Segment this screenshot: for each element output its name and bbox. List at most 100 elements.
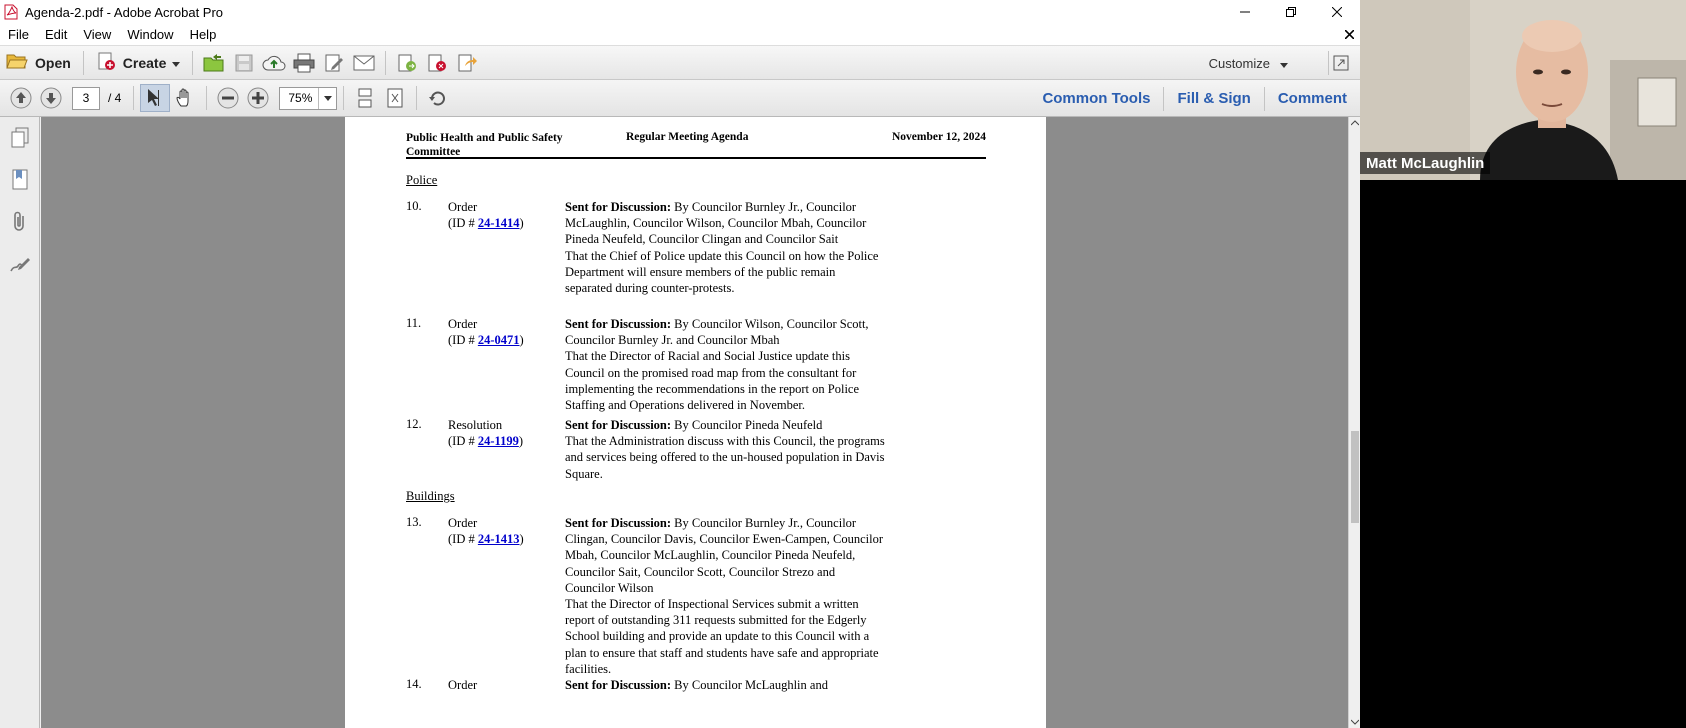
next-page-button[interactable] — [36, 84, 66, 112]
page-thumbnails-button[interactable] — [0, 117, 40, 159]
share-button[interactable] — [452, 49, 482, 77]
save-icon — [235, 54, 253, 71]
item-type-label: Order — [448, 678, 478, 692]
select-tool-button[interactable] — [140, 84, 171, 112]
edit-button[interactable] — [319, 49, 349, 77]
zoom-value: 75% — [288, 91, 313, 105]
item-id-link[interactable]: 24-1414 — [478, 216, 520, 230]
menu-file[interactable]: File — [0, 27, 37, 42]
signature-pen-icon — [10, 258, 30, 272]
minus-circle-icon — [217, 87, 239, 109]
item-id-link[interactable]: 24-1199 — [478, 434, 519, 448]
attachments-button[interactable] — [0, 201, 40, 243]
cursor-select-icon — [148, 89, 160, 106]
tab-common-tools[interactable]: Common Tools — [1029, 80, 1163, 117]
hand-tool-button[interactable] — [170, 84, 200, 112]
scrollbar-thumb[interactable] — [1351, 431, 1359, 523]
item-number: 13. — [406, 515, 422, 529]
fit-page-icon — [387, 88, 403, 108]
create-button[interactable]: Create — [90, 49, 187, 77]
bookmark-icon — [12, 169, 28, 190]
export-pdf-button[interactable] — [392, 49, 422, 77]
scrolling-mode-button[interactable] — [350, 84, 380, 112]
plus-circle-icon — [247, 87, 269, 109]
item-lead: Sent for Discussion: — [565, 200, 672, 214]
item-lead: Sent for Discussion: — [565, 516, 672, 530]
menu-help[interactable]: Help — [182, 27, 225, 42]
cloud-upload-icon — [262, 55, 286, 70]
main-toolbar: Open Create Customize — [0, 46, 1360, 80]
close-document-icon[interactable] — [1342, 27, 1356, 41]
zoom-select[interactable]: 75% — [279, 86, 338, 110]
previous-page-button[interactable] — [6, 84, 36, 112]
item-sponsors: By Councilor Pineda Neufeld — [671, 418, 823, 432]
item-type-label: Order — [448, 317, 478, 331]
delete-page-button[interactable] — [422, 49, 452, 77]
toolbar-divider — [192, 50, 194, 75]
vertical-scrollbar[interactable] — [1348, 117, 1360, 728]
toolbar-divider — [206, 86, 208, 110]
window-title: Agenda-2.pdf - Adobe Acrobat Pro — [25, 4, 224, 20]
page-number-input[interactable]: 3 — [72, 86, 100, 110]
scroll-up-icon — [1351, 120, 1359, 126]
arrow-up-circle-icon — [10, 87, 32, 109]
item-type-label: Order — [448, 516, 478, 530]
participant-name: Matt McLaughlin — [1360, 152, 1491, 174]
open-button[interactable]: Open — [0, 49, 77, 77]
item-sponsors: By Councilor McLaughlin and — [671, 678, 828, 692]
menu-edit[interactable]: Edit — [37, 27, 75, 42]
document-remove-icon — [428, 54, 447, 71]
open-label: Open — [35, 54, 71, 71]
menu-window[interactable]: Window — [119, 27, 181, 42]
email-button[interactable] — [349, 49, 379, 77]
pdf-file-icon — [3, 4, 19, 20]
item-type: Order (ID # 24-1414) — [448, 199, 524, 231]
id-suffix: ) — [519, 532, 524, 546]
item-text: That the Director of Inspectional Servic… — [565, 597, 879, 676]
item-type: Order — [448, 677, 477, 693]
chevron-down-icon[interactable] — [318, 87, 336, 109]
zoom-out-button[interactable] — [213, 84, 243, 112]
tab-comment[interactable]: Comment — [1265, 80, 1360, 117]
upload-cloud-button[interactable] — [259, 49, 289, 77]
item-text: That the Chief of Police update this Cou… — [565, 248, 879, 296]
item-id-link[interactable]: 24-0471 — [478, 333, 520, 347]
item-id-link[interactable]: 24-1413 — [478, 532, 520, 546]
item-text: That the Director of Racial and Social J… — [565, 349, 860, 413]
close-window-button[interactable] — [1314, 0, 1360, 24]
print-button[interactable] — [289, 49, 319, 77]
item-number: 11. — [406, 316, 422, 330]
document-view[interactable]: Public Health and Public Safety Committe… — [41, 117, 1348, 728]
id-prefix: (ID # — [448, 434, 478, 448]
item-text: That the Administration discuss with thi… — [565, 434, 885, 481]
scroll-down-icon — [1351, 719, 1359, 725]
item-description: Sent for Discussion: By Councilor McLaug… — [565, 677, 885, 693]
create-pdf-icon — [96, 51, 116, 74]
bookmarks-button[interactable] — [0, 159, 40, 201]
minimize-button[interactable] — [1222, 0, 1268, 24]
id-suffix: ) — [518, 434, 524, 448]
section-heading-buildings: Buildings — [406, 489, 455, 503]
menu-view[interactable]: View — [75, 27, 119, 42]
title-bar: Agenda-2.pdf - Adobe Acrobat Pro — [0, 0, 1360, 24]
customize-label: Customize — [1208, 55, 1270, 71]
id-prefix: (ID # — [448, 532, 478, 546]
open-folder-button[interactable] — [199, 49, 229, 77]
page-header: Public Health and Public Safety Committe… — [406, 131, 986, 159]
restore-button[interactable] — [1268, 0, 1314, 24]
toolbar-divider — [416, 86, 418, 110]
rotate-button[interactable] — [423, 84, 453, 112]
arrow-down-circle-icon — [40, 87, 62, 109]
customize-dropdown[interactable]: Customize — [1209, 52, 1288, 74]
save-button[interactable] — [229, 49, 259, 77]
zoom-in-button[interactable] — [243, 84, 273, 112]
printer-icon — [293, 53, 315, 72]
full-screen-button[interactable] — [1328, 51, 1352, 75]
rotate-icon — [429, 91, 446, 106]
participant-video: Matt McLaughlin — [1360, 0, 1686, 180]
header-committee: Public Health and Public Safety Committe… — [406, 132, 563, 158]
fit-page-button[interactable] — [380, 84, 410, 112]
tab-fill-sign[interactable]: Fill & Sign — [1164, 80, 1263, 117]
signatures-button[interactable] — [0, 243, 40, 285]
item-type: Order (ID # 24-0471) — [448, 316, 524, 348]
